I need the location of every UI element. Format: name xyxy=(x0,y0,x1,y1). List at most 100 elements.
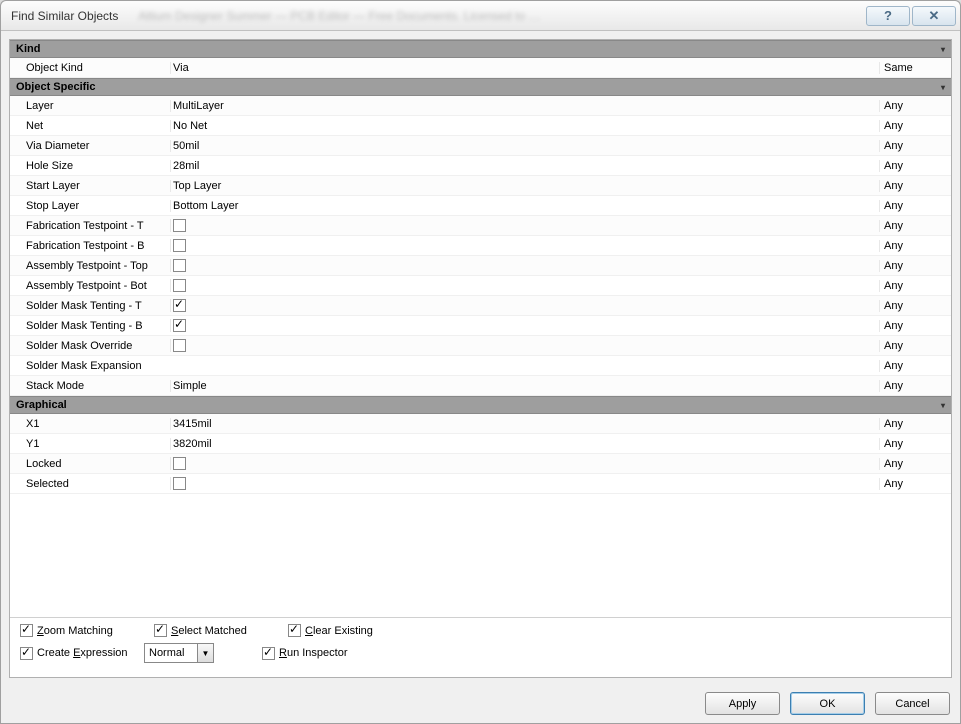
property-row: Solder Mask Tenting - T Any xyxy=(10,296,951,316)
property-row: SelectedAny xyxy=(10,474,951,494)
button-bar: Apply OK Cancel xyxy=(1,686,960,723)
value-checkbox[interactable] xyxy=(173,457,186,470)
create-expression-label: Create Expression xyxy=(37,647,128,659)
zoom-matching-option[interactable]: Zoom Matching xyxy=(20,624,140,637)
match-mode[interactable]: Any xyxy=(879,380,951,392)
match-mode[interactable]: Same xyxy=(879,62,951,74)
property-value[interactable] xyxy=(170,239,879,252)
property-value[interactable]: MultiLayer xyxy=(170,100,879,112)
dropdown-arrow-icon[interactable]: ▼ xyxy=(197,644,213,662)
property-value[interactable]: Via xyxy=(170,62,879,74)
property-value[interactable]: 28mil xyxy=(170,160,879,172)
create-expression-checkbox[interactable] xyxy=(20,647,33,660)
property-name: Stack Mode xyxy=(10,380,170,392)
value-checkbox[interactable] xyxy=(173,259,186,272)
help-button[interactable]: ? xyxy=(866,6,910,26)
window-controls: ? ✕ xyxy=(864,6,956,26)
match-mode[interactable]: Any xyxy=(879,340,951,352)
group-header[interactable]: Graphical▾ xyxy=(10,396,951,414)
run-inspector-checkbox[interactable] xyxy=(262,647,275,660)
group-header[interactable]: Object Specific▾ xyxy=(10,78,951,96)
cancel-button[interactable]: Cancel xyxy=(875,692,950,715)
close-button[interactable]: ✕ xyxy=(912,6,956,26)
property-name: Solder Mask Tenting - T xyxy=(10,300,170,312)
value-checkbox[interactable] xyxy=(173,319,186,332)
match-mode[interactable]: Any xyxy=(879,320,951,332)
property-value[interactable] xyxy=(170,279,879,292)
property-row: LayerMultiLayerAny xyxy=(10,96,951,116)
dialog-window: Find Similar Objects Altium Designer Sum… xyxy=(0,0,961,724)
value-checkbox[interactable] xyxy=(173,477,186,490)
clear-existing-checkbox[interactable] xyxy=(288,624,301,637)
value-checkbox[interactable] xyxy=(173,299,186,312)
match-mode[interactable]: Any xyxy=(879,140,951,152)
match-mode[interactable]: Any xyxy=(879,458,951,470)
property-value[interactable] xyxy=(170,259,879,272)
match-mode[interactable]: Any xyxy=(879,280,951,292)
property-value[interactable] xyxy=(170,457,879,470)
property-row: Solder Mask ExpansionAny xyxy=(10,356,951,376)
select-matched-checkbox[interactable] xyxy=(154,624,167,637)
match-mode[interactable]: Any xyxy=(879,300,951,312)
property-row: Hole Size28milAny xyxy=(10,156,951,176)
property-value[interactable] xyxy=(170,339,879,352)
property-value[interactable] xyxy=(170,299,879,312)
property-row: Start LayerTop LayerAny xyxy=(10,176,951,196)
match-mode[interactable]: Any xyxy=(879,478,951,490)
match-mode[interactable]: Any xyxy=(879,438,951,450)
match-mode[interactable]: Any xyxy=(879,160,951,172)
ok-button[interactable]: OK xyxy=(790,692,865,715)
property-value[interactable] xyxy=(170,219,879,232)
property-row: Assembly Testpoint - TopAny xyxy=(10,256,951,276)
group-header[interactable]: Kind▾ xyxy=(10,40,951,58)
options-panel: Zoom Matching Select Matched Clear Exist… xyxy=(10,617,951,677)
match-mode[interactable]: Any xyxy=(879,100,951,112)
dialog-content: Kind▾Object KindViaSameObject Specific▾L… xyxy=(9,39,952,678)
create-expression-option[interactable]: Create Expression xyxy=(20,647,140,660)
select-matched-option[interactable]: Select Matched xyxy=(154,624,274,637)
property-row: Solder Mask OverrideAny xyxy=(10,336,951,356)
property-name: Y1 xyxy=(10,438,170,450)
match-mode[interactable]: Any xyxy=(879,418,951,430)
property-name: Fabrication Testpoint - B xyxy=(10,240,170,252)
property-row: Fabrication Testpoint - TAny xyxy=(10,216,951,236)
zoom-matching-checkbox[interactable] xyxy=(20,624,33,637)
collapse-icon[interactable]: ▾ xyxy=(941,45,945,54)
run-inspector-option[interactable]: Run Inspector xyxy=(262,647,382,660)
property-name: Layer xyxy=(10,100,170,112)
property-value[interactable]: 3820mil xyxy=(170,438,879,450)
mask-mode-select[interactable]: Normal ▼ xyxy=(144,643,214,663)
collapse-icon[interactable]: ▾ xyxy=(941,401,945,410)
clear-existing-option[interactable]: Clear Existing xyxy=(288,624,408,637)
property-row: Y13820milAny xyxy=(10,434,951,454)
property-value[interactable] xyxy=(170,477,879,490)
property-value[interactable]: Bottom Layer xyxy=(170,200,879,212)
property-value[interactable]: 50mil xyxy=(170,140,879,152)
value-checkbox[interactable] xyxy=(173,219,186,232)
property-value[interactable] xyxy=(170,319,879,332)
match-mode[interactable]: Any xyxy=(879,360,951,372)
value-checkbox[interactable] xyxy=(173,239,186,252)
value-checkbox[interactable] xyxy=(173,339,186,352)
value-checkbox[interactable] xyxy=(173,279,186,292)
property-name: Stop Layer xyxy=(10,200,170,212)
match-mode[interactable]: Any xyxy=(879,240,951,252)
property-value[interactable]: No Net xyxy=(170,120,879,132)
match-mode[interactable]: Any xyxy=(879,220,951,232)
collapse-icon[interactable]: ▾ xyxy=(941,83,945,92)
apply-button[interactable]: Apply xyxy=(705,692,780,715)
property-value[interactable]: Simple xyxy=(170,380,879,392)
property-row: LockedAny xyxy=(10,454,951,474)
clear-existing-label: Clear Existing xyxy=(305,625,373,637)
property-name: Via Diameter xyxy=(10,140,170,152)
property-grid[interactable]: Kind▾Object KindViaSameObject Specific▾L… xyxy=(10,40,951,617)
match-mode[interactable]: Any xyxy=(879,180,951,192)
property-name: Solder Mask Tenting - B xyxy=(10,320,170,332)
property-value[interactable]: Top Layer xyxy=(170,180,879,192)
property-value[interactable]: 3415mil xyxy=(170,418,879,430)
match-mode[interactable]: Any xyxy=(879,120,951,132)
window-title: Find Similar Objects xyxy=(11,9,118,23)
match-mode[interactable]: Any xyxy=(879,260,951,272)
select-matched-label: Select Matched xyxy=(171,625,247,637)
match-mode[interactable]: Any xyxy=(879,200,951,212)
